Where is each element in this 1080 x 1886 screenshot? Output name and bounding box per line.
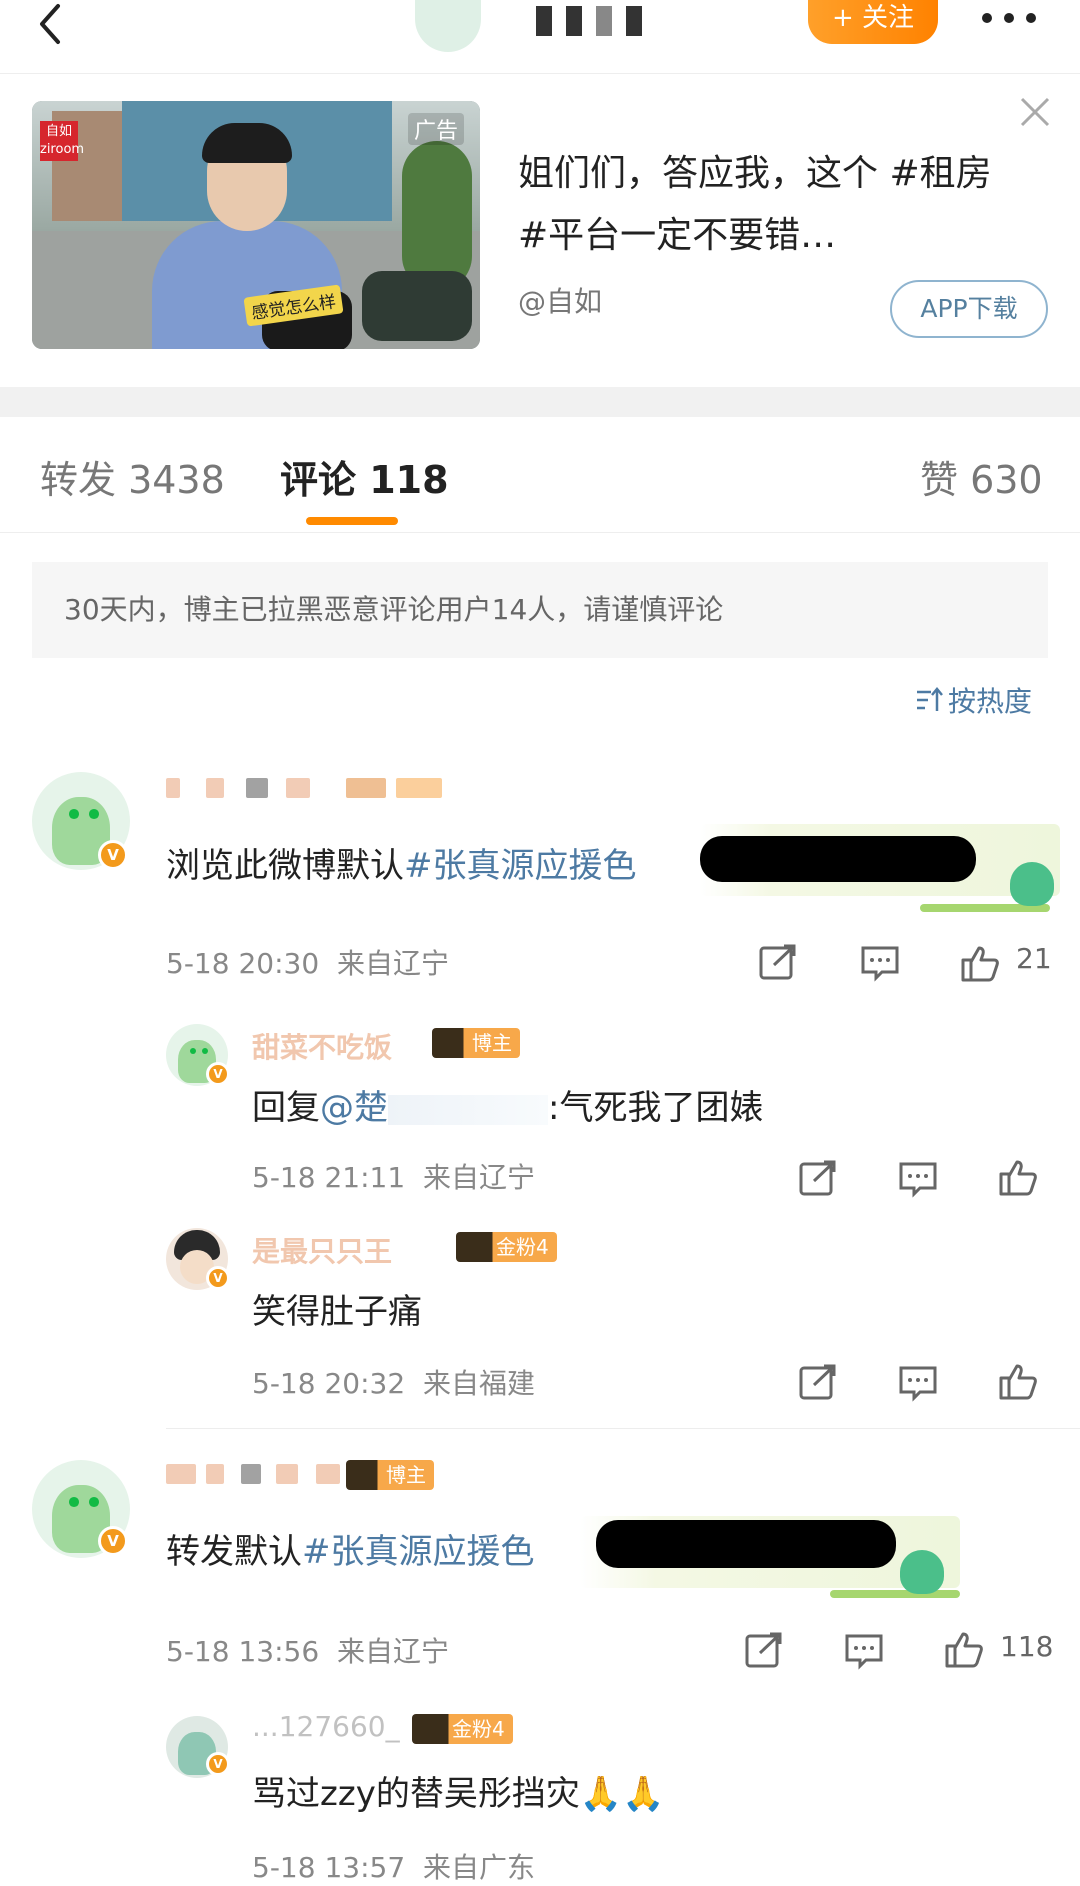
thumbs-up-icon [961, 946, 999, 982]
reply-button[interactable] [842, 1628, 886, 1672]
ad-tag: 广告 [407, 113, 464, 145]
comment-icon [899, 1162, 937, 1198]
like-button[interactable] [942, 1626, 986, 1670]
tab-reposts[interactable]: 转发 3438 [40, 449, 225, 504]
divider [166, 1428, 1080, 1429]
mention-link[interactable]: @楚 [320, 1088, 388, 1128]
back-button[interactable] [28, 0, 78, 50]
share-button[interactable] [756, 940, 800, 984]
redaction-mark [596, 1520, 896, 1568]
comment-icon [861, 946, 899, 982]
chevron-left-icon [40, 4, 60, 44]
like-button[interactable] [996, 1154, 1040, 1198]
hashtag-link[interactable]: #张真源应援色 [302, 1532, 535, 1572]
author-avatar[interactable] [415, 0, 481, 52]
role-badge: 博主 [346, 1460, 434, 1490]
comment-text: 浏览此微博默认#张真源应援色 [166, 846, 637, 886]
verified-badge-icon: V [206, 1266, 230, 1290]
username[interactable]: 是最只只王 [252, 1230, 452, 1268]
sort-icon [917, 687, 943, 711]
fan-level-badge: 金粉4 [456, 1232, 557, 1262]
reply-button[interactable] [858, 940, 902, 984]
comment-meta: 5-18 20:30 来自辽宁 [166, 947, 449, 980]
share-icon [745, 1632, 782, 1668]
ad-source[interactable]: @自如 [518, 280, 602, 320]
reply-button[interactable] [896, 1360, 940, 1404]
sort-label: 按热度 [948, 685, 1033, 718]
dino-sticker-icon [900, 1550, 944, 1594]
like-count: 21 [1016, 942, 1052, 975]
top-bar: + 关注 [0, 0, 1080, 74]
role-badge: 博主 [432, 1028, 520, 1058]
sort-button[interactable]: 按热度 [914, 680, 1032, 720]
ad-image[interactable]: 自如 ziroom 感觉怎么样 广告 [32, 101, 480, 349]
active-tab-indicator [306, 517, 398, 525]
share-icon [759, 944, 796, 980]
like-button[interactable] [996, 1358, 1040, 1402]
comment-text: 转发默认#张真源应援色 [166, 1532, 535, 1572]
verified-badge-icon: V [98, 1526, 128, 1556]
share-button[interactable] [796, 1156, 840, 1200]
verified-badge-icon: V [206, 1062, 230, 1086]
follow-button[interactable]: + 关注 [808, 0, 938, 44]
redaction-mark [700, 836, 976, 882]
reply-meta: 5-18 13:57 来自广东 [252, 1851, 535, 1884]
share-icon [799, 1364, 836, 1400]
verified-badge-icon: V [98, 840, 128, 870]
tab-bar: 转发 3438 评论 118 赞 630 [0, 417, 1080, 533]
comment-meta: 5-18 13:56 来自辽宁 [166, 1635, 449, 1668]
like-button[interactable] [958, 940, 1002, 984]
reply-text: 笑得肚子痛 [252, 1292, 422, 1332]
like-count: 118 [1000, 1630, 1054, 1663]
share-icon [799, 1160, 836, 1196]
app-download-button[interactable]: APP下载 [890, 280, 1048, 338]
username-redacted[interactable] [166, 768, 446, 804]
reply-text: 回复@楚:气死我了团婊 [252, 1088, 764, 1128]
thumbs-up-icon [999, 1160, 1037, 1196]
reply-meta: 5-18 21:11 来自辽宁 [252, 1161, 535, 1194]
dino-sticker-icon [1010, 862, 1054, 906]
ad-card[interactable]: 自如 ziroom 感觉怎么样 广告 姐们们，答应我，这个 #租房#平台一定不要… [0, 75, 1080, 387]
share-button[interactable] [742, 1628, 786, 1672]
ad-title[interactable]: 姐们们，答应我，这个 #租房#平台一定不要错… [518, 143, 1008, 267]
thumbs-up-icon [945, 1632, 983, 1668]
reply-text: 骂过zzy的替吴彤挡灾🙏🙏 [252, 1774, 665, 1814]
username-redacted[interactable] [166, 1454, 366, 1490]
close-ad-button[interactable] [1018, 95, 1052, 129]
fan-level-badge: 金粉4 [412, 1714, 513, 1744]
comment-icon [845, 1634, 883, 1670]
reply-meta: 5-18 20:32 来自福建 [252, 1367, 535, 1400]
redacted-mention [388, 1094, 548, 1125]
username[interactable]: 甜菜不吃饭 [252, 1026, 422, 1064]
thumbs-up-icon [999, 1364, 1037, 1400]
more-button[interactable] [976, 2, 1042, 34]
username[interactable]: ...127660_ [252, 1710, 402, 1746]
close-icon [1020, 97, 1050, 127]
reply-button[interactable] [896, 1156, 940, 1200]
tab-likes[interactable]: 赞 630 [920, 449, 1043, 504]
share-button[interactable] [796, 1360, 840, 1404]
more-dots-icon [982, 13, 992, 23]
tab-comments[interactable]: 评论 118 [280, 449, 449, 504]
verified-badge-icon: V [206, 1752, 230, 1776]
ziroom-logo: 自如 ziroom [40, 121, 84, 161]
section-gap [0, 387, 1080, 417]
hashtag-link[interactable]: #张真源应援色 [404, 846, 637, 886]
author-name-redacted[interactable] [496, 0, 666, 40]
comment-notice: 30天内，博主已拉黑恶意评论用户14人，请谨慎评论 [32, 562, 1048, 658]
comment-icon [899, 1366, 937, 1402]
